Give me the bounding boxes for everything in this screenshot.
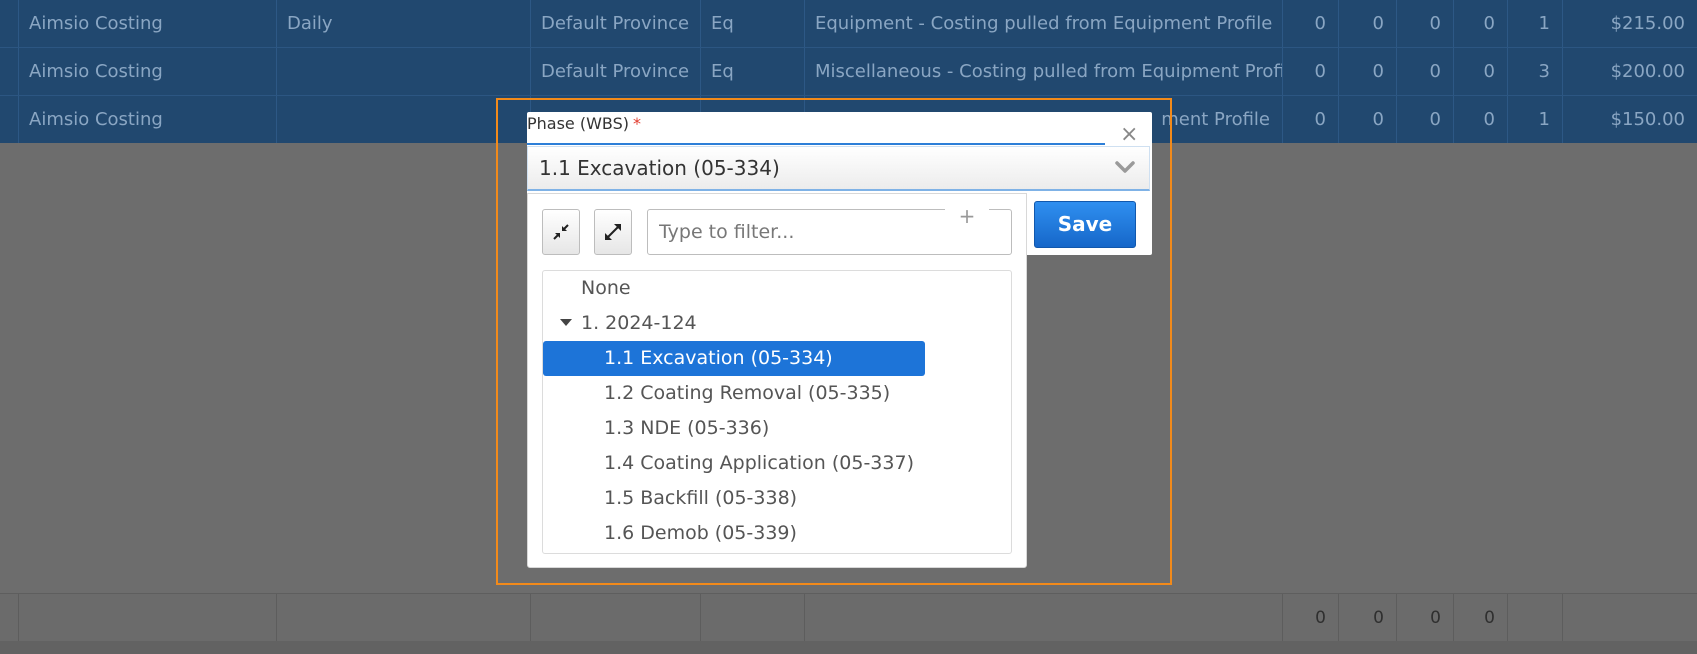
cell-amount: $215.00	[1562, 0, 1697, 47]
required-marker: *	[633, 114, 642, 133]
cell-province: Default Province	[530, 48, 700, 95]
add-icon[interactable]: +	[945, 205, 989, 227]
cell-code: Eq	[700, 48, 804, 95]
tree-item-phase[interactable]: 1.3 NDE (05-336)	[604, 411, 769, 446]
cell-num: 0	[1396, 0, 1453, 47]
cell-amount: $150.00	[1562, 96, 1697, 143]
total-value: 0	[1338, 594, 1396, 642]
cell-num: 0	[1396, 96, 1453, 143]
tree-item-project[interactable]: 1. 2024-124	[581, 306, 697, 341]
cell-num: 0	[1396, 48, 1453, 95]
cell-period: Daily	[276, 0, 530, 47]
cell-qty: 1	[1507, 0, 1562, 47]
tree-item-phase[interactable]: 1.5 Backfill (05-338)	[604, 481, 797, 516]
cell-num: 0	[1453, 96, 1507, 143]
table-row[interactable]: Aimsio Costing Daily Default Province Eq…	[0, 0, 1697, 48]
collapse-all-button[interactable]	[542, 209, 580, 255]
phase-tree: None 1. 2024-124 1.1 Excavation (05-334)…	[542, 270, 1012, 554]
phase-selected-value: 1.1 Excavation (05-334)	[539, 156, 780, 180]
phase-label-text: Phase (WBS)	[527, 114, 630, 133]
cell-num: 0	[1453, 0, 1507, 47]
cell-type: Aimsio Costing	[18, 48, 276, 95]
cell-num: 0	[1282, 48, 1338, 95]
save-button[interactable]: Save	[1034, 201, 1136, 248]
phase-select[interactable]: 1.1 Excavation (05-334)	[527, 146, 1150, 191]
cell-period	[276, 48, 530, 95]
cell-num: 0	[1282, 0, 1338, 47]
cell-num: 0	[1338, 48, 1396, 95]
table-row[interactable]: Aimsio Costing Default Province Eq Misce…	[0, 48, 1697, 96]
tree-item-none[interactable]: None	[581, 271, 631, 306]
tree-item-selected[interactable]: 1.1 Excavation (05-334)	[543, 341, 925, 376]
expanded-caret-icon[interactable]	[560, 319, 572, 327]
cell-qty: 1	[1507, 96, 1562, 143]
cell-period	[276, 96, 530, 143]
phase-field-label: Phase (WBS) *	[527, 114, 641, 133]
cell-num: 0	[1338, 96, 1396, 143]
horizontal-scrollbar[interactable]	[0, 641, 1697, 654]
totals-cell	[530, 594, 700, 642]
cell-qty: 3	[1507, 48, 1562, 95]
cell-description: Equipment - Costing pulled from Equipmen…	[804, 0, 1282, 47]
cell-type: Aimsio Costing	[18, 0, 276, 47]
cell-num: 0	[1338, 0, 1396, 47]
field-focus-underline	[527, 143, 1105, 145]
cell-num: 0	[1453, 48, 1507, 95]
cell-province: Default Province	[530, 0, 700, 47]
totals-cell	[804, 594, 1282, 642]
totals-cell	[700, 594, 804, 642]
totals-cell	[1507, 594, 1562, 642]
total-value: 0	[1453, 594, 1507, 642]
total-value: 0	[1282, 594, 1338, 642]
cell-description: Miscellaneous - Costing pulled from Equi…	[804, 48, 1282, 95]
cell-code: Eq	[700, 0, 804, 47]
totals-cell	[276, 594, 530, 642]
close-icon[interactable]: ×	[1120, 124, 1138, 146]
collapse-icon	[553, 224, 569, 240]
totals-row: 0 0 0 0	[0, 593, 1697, 643]
chevron-down-icon	[1115, 161, 1135, 173]
cell-amount: $200.00	[1562, 48, 1697, 95]
expand-icon	[605, 224, 621, 240]
cell-type: Aimsio Costing	[18, 96, 276, 143]
tree-item-phase[interactable]: 1.6 Demob (05-339)	[604, 516, 797, 551]
tree-item-phase[interactable]: 1.2 Coating Removal (05-335)	[604, 376, 890, 411]
total-value: 0	[1396, 594, 1453, 642]
totals-cell	[18, 594, 276, 642]
totals-cell	[1562, 594, 1697, 642]
tree-item-phase[interactable]: 1.4 Coating Application (05-337)	[604, 446, 914, 481]
expand-all-button[interactable]	[594, 209, 632, 255]
cell-num: 0	[1282, 96, 1338, 143]
